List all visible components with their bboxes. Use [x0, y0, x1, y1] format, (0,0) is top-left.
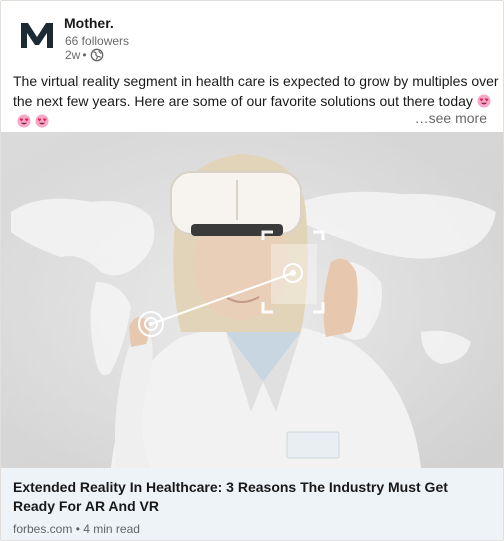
post-meta: 2w • [65, 47, 104, 63]
feed-post-card: Mother. 66 followers 2w • The virtual re… [0, 0, 504, 541]
article-title[interactable]: Extended Reality In Healthcare: 3 Reason… [13, 478, 493, 516]
vr-doctor-image-icon [1, 132, 503, 468]
heart-eyes-emoji-icon [477, 94, 491, 108]
meta-separator: • [82, 48, 87, 62]
post-text: The virtual reality segment in health ca… [13, 73, 499, 109]
post-header: Mother. 66 followers 2w • [1, 1, 503, 65]
heart-eyes-emoji-icon [35, 114, 49, 128]
mother-logo-icon [21, 23, 53, 48]
heart-eyes-emoji-icon [17, 114, 31, 128]
article-image[interactable] [1, 132, 503, 468]
company-logo[interactable] [17, 15, 57, 55]
post-age: 2w [65, 48, 81, 62]
company-name[interactable]: Mother. [64, 14, 114, 32]
globe-icon [90, 48, 103, 62]
article-footer[interactable]: Extended Reality In Healthcare: 3 Reason… [1, 468, 503, 540]
article-source: forbes.com • 4 min read [13, 522, 140, 536]
see-more-link[interactable]: …see more [415, 109, 487, 127]
